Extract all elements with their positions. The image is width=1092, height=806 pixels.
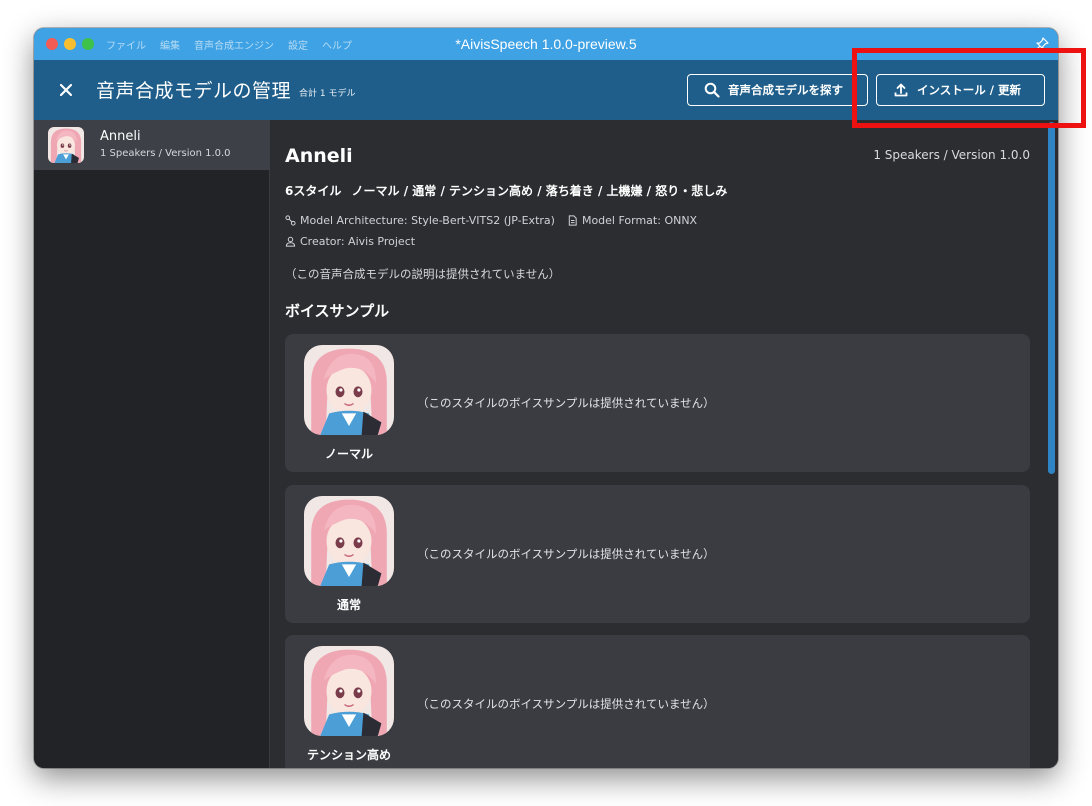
model-meta: 1 Speakers / Version 1.0.0: [873, 148, 1030, 162]
title-bar: *AivisSpeech 1.0.0-preview.5 ファイル 編集 音声合…: [34, 28, 1058, 60]
scrollbar-thumb[interactable]: [1048, 122, 1055, 474]
app-window: *AivisSpeech 1.0.0-preview.5 ファイル 編集 音声合…: [34, 28, 1058, 768]
page-header: 音声合成モデルの管理 合計 1 モデル 音声合成モデルを探す インストール / …: [34, 60, 1058, 120]
style-name: ノーマル: [324, 447, 373, 461]
model-description: （この音声合成モデルの説明は提供されていません）: [285, 267, 561, 281]
style-count: 6スタイル: [285, 184, 342, 198]
creator-line: Creator: Aivis Project: [285, 235, 415, 248]
styles-list: ノーマル / 通常 / テンション高め / 落ち着き / 上機嫌 / 怒り・悲し…: [351, 184, 728, 198]
sidebar-item-anneli[interactable]: Anneli 1 Speakers / Version 1.0.0: [34, 120, 270, 170]
sidebar-item-meta: 1 Speakers / Version 1.0.0: [100, 148, 231, 159]
install-update-label: インストール / 更新: [917, 83, 1021, 97]
style-avatar[interactable]: [304, 345, 394, 435]
voice-sample-card: テンション高め （このスタイルのボイスサンプルは提供されていません）: [285, 635, 1030, 768]
scrollbar[interactable]: [1045, 120, 1058, 768]
menu-edit[interactable]: 編集: [160, 37, 180, 52]
search-icon: [704, 82, 720, 98]
pin-icon[interactable]: [1034, 36, 1050, 52]
model-format: Model Format: ONNX: [581, 214, 698, 227]
model-list-sidebar: Anneli 1 Speakers / Version 1.0.0: [34, 120, 270, 768]
model-info-line: Model Architecture: Style-Bert-VITS2 (JP…: [285, 214, 697, 227]
sample-unavailable-text: （このスタイルのボイスサンプルは提供されていません）: [417, 697, 715, 711]
file-icon: [568, 215, 577, 226]
menu-file[interactable]: ファイル: [106, 37, 146, 52]
search-models-label: 音声合成モデルを探す: [728, 83, 843, 97]
voice-samples-heading: ボイスサンプル: [285, 302, 390, 320]
close-icon[interactable]: [56, 80, 76, 100]
avatar: [48, 127, 84, 163]
model-creator: Creator: Aivis Project: [300, 235, 416, 248]
sidebar-item-name: Anneli: [100, 129, 141, 144]
style-name: 通常: [336, 598, 361, 612]
model-architecture: Model Architecture: Style-Bert-VITS2 (JP…: [300, 214, 555, 227]
page-title: 音声合成モデルの管理: [96, 80, 292, 102]
menu-help[interactable]: ヘルプ: [322, 37, 352, 52]
model-count: 合計 1 モデル: [299, 89, 356, 99]
sample-unavailable-text: （このスタイルのボイスサンプルは提供されていません）: [417, 547, 715, 561]
install-update-button[interactable]: インストール / 更新: [876, 74, 1045, 106]
styles-line: 6スタイル ノーマル / 通常 / テンション高め / 落ち着き / 上機嫌 /…: [285, 182, 727, 199]
model-detail-panel: Anneli 1 Speakers / Version 1.0.0 6スタイル …: [270, 120, 1058, 768]
search-models-button[interactable]: 音声合成モデルを探す: [687, 74, 868, 106]
style-name: テンション高め: [306, 748, 391, 762]
sample-unavailable-text: （このスタイルのボイスサンプルは提供されていません）: [417, 396, 715, 410]
voice-sample-card: ノーマル （このスタイルのボイスサンプルは提供されていません）: [285, 334, 1030, 472]
menu-settings[interactable]: 設定: [288, 37, 308, 52]
style-avatar[interactable]: [304, 496, 394, 586]
model-name: Anneli: [285, 145, 353, 167]
upload-icon: [894, 83, 908, 97]
style-avatar[interactable]: [304, 646, 394, 736]
menu-engine[interactable]: 音声合成エンジン: [194, 37, 274, 52]
voice-sample-card: 通常 （このスタイルのボイスサンプルは提供されていません）: [285, 485, 1030, 623]
person-icon: [285, 236, 296, 247]
menu-bar: ファイル 編集 音声合成エンジン 設定 ヘルプ: [106, 28, 366, 60]
architecture-icon: [285, 215, 296, 226]
